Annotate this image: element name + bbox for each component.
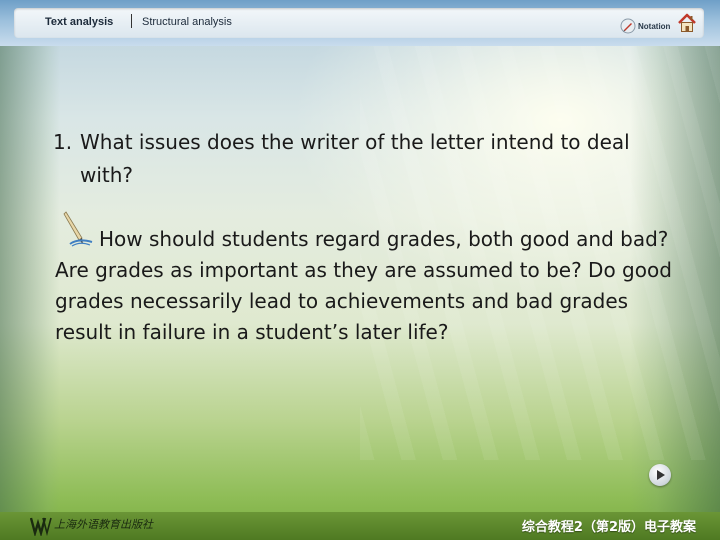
trees-left-decoration: [0, 0, 60, 520]
tab-strip: [14, 8, 704, 38]
pencil-icon: [620, 18, 636, 34]
publisher-logo-icon: [30, 517, 52, 536]
answer-paragraph: How should students regard grades, both …: [55, 224, 685, 348]
question-number: 1.: [53, 130, 73, 154]
tab-text-analysis[interactable]: Text analysis: [45, 16, 113, 28]
question-text-line-2: with?: [80, 163, 134, 187]
question-text-line-1: What issues does the writer of the lette…: [80, 130, 630, 154]
tab-separator: [131, 14, 132, 28]
notation-button[interactable]: Notation: [620, 16, 670, 36]
answer-text: How should students regard grades, both …: [55, 227, 672, 344]
next-play-button[interactable]: [649, 464, 671, 486]
home-icon[interactable]: [676, 12, 698, 34]
tab-structural-analysis[interactable]: Structural analysis: [142, 16, 232, 28]
notation-label: Notation: [638, 21, 671, 31]
publisher-name: 上海外语教育出版社: [54, 518, 153, 531]
course-title: 综合教程2（第2版）电子教案: [521, 520, 696, 535]
